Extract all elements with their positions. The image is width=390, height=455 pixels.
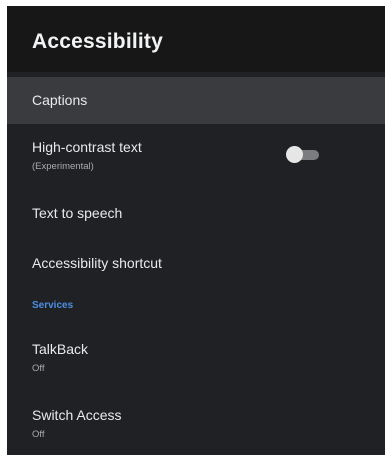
menu-item-switch-access[interactable]: Switch Access Off xyxy=(7,394,385,446)
menu-item-label: Accessibility shortcut xyxy=(32,255,162,271)
menu-item-talkback[interactable]: TalkBack Off xyxy=(7,328,385,380)
menu-item-status: Off xyxy=(32,429,45,440)
menu-item-captions[interactable]: Captions xyxy=(7,77,385,124)
menu-item-label: High-contrast text xyxy=(32,139,142,155)
menu-item-label: Text to speech xyxy=(32,205,123,221)
menu-item-label: Switch Access xyxy=(32,407,122,423)
menu-item-text-to-speech[interactable]: Text to speech xyxy=(7,191,385,235)
menu-item-label: Captions xyxy=(32,92,88,108)
menu-item-accessibility-shortcut[interactable]: Accessibility shortcut xyxy=(7,241,385,285)
menu-item-label: TalkBack xyxy=(32,341,89,357)
menu-item-high-contrast-text[interactable]: High-contrast text (Experimental) xyxy=(7,127,385,185)
toggle-thumb xyxy=(286,146,303,163)
high-contrast-toggle[interactable] xyxy=(283,144,321,166)
header: Accessibility xyxy=(7,6,385,72)
page-title: Accessibility xyxy=(32,30,163,53)
menu-item-subtitle: (Experimental) xyxy=(32,161,94,172)
section-header-services: Services xyxy=(32,300,74,311)
menu-item-status: Off xyxy=(32,363,45,374)
accessibility-settings-panel: Accessibility Captions High-contrast tex… xyxy=(7,6,385,455)
